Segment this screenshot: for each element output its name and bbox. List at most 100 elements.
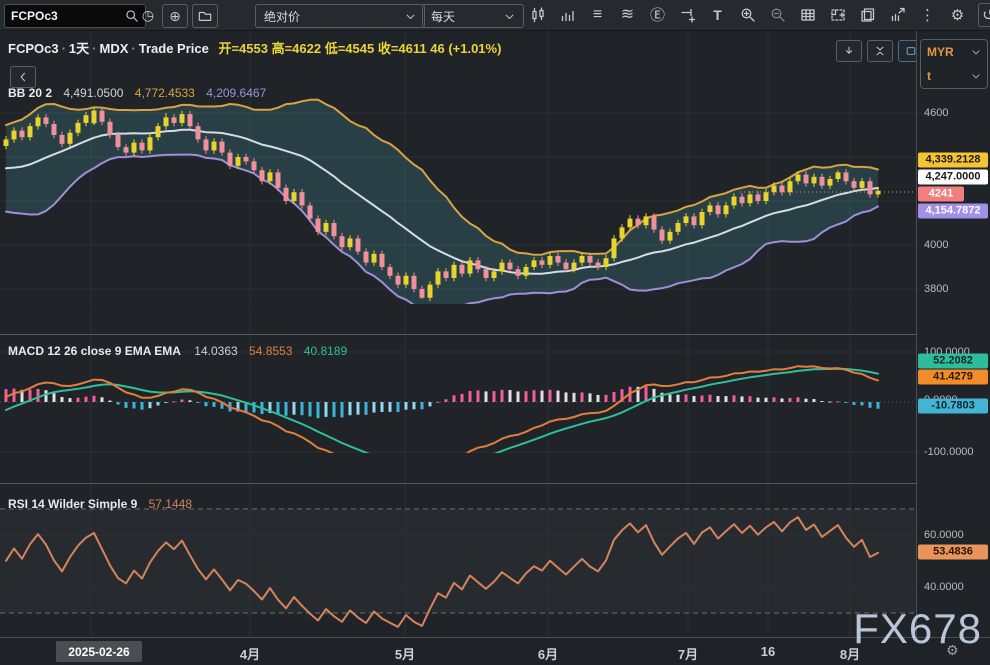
macd-histogram-bar [117, 402, 120, 405]
macd-label: MACD 12 26 close 9 EMA EMA [8, 344, 181, 358]
candle [796, 175, 801, 182]
chart-stage: FCPOc3·1天·MDX·Trade Price 开=4553 高=4622 … [0, 30, 990, 637]
currency-dropdown[interactable]: MYR [921, 40, 987, 64]
candle [388, 267, 393, 276]
layout-lines-icon[interactable]: ≡ [588, 5, 607, 25]
candle [572, 263, 577, 270]
candle [244, 157, 249, 161]
settings-gear-icon[interactable]: ⚙ [948, 5, 967, 25]
add-symbol-button[interactable]: ⊕ [162, 4, 188, 28]
currency-unit-box: MYR t [920, 39, 988, 89]
pane-separator[interactable] [0, 483, 990, 484]
candle [92, 111, 97, 124]
price-label: 4,154.7872 [918, 204, 988, 219]
scale-tick: 3800 [924, 283, 948, 295]
candle [636, 219, 641, 226]
collapse-icon [874, 45, 886, 57]
macd-histogram-bar [501, 390, 504, 402]
macd-histogram-bar [853, 402, 856, 405]
candlestick-style-icon[interactable] [528, 5, 547, 25]
candle [516, 269, 521, 276]
arrow-down-icon [843, 45, 855, 57]
symbol-search-input[interactable]: FCPOc3 [4, 4, 146, 28]
bb-upper-value: 4,772.4533 [135, 86, 195, 100]
price-mode-dropdown[interactable]: 绝对价 [255, 4, 425, 28]
candle [604, 258, 609, 267]
folder-button[interactable] [192, 4, 218, 28]
clock-icon[interactable]: ◷ [138, 4, 158, 26]
candle [396, 276, 401, 285]
compare-chart-icon[interactable] [558, 5, 577, 25]
macd-histogram-bar [613, 392, 616, 402]
axis-settings-gear-icon[interactable]: ⚙ [946, 642, 959, 659]
macd-histogram-bar [421, 402, 424, 409]
collapse-pane-button[interactable] [867, 40, 893, 62]
back-button[interactable] [10, 66, 36, 88]
macd-histogram-bar [373, 402, 376, 413]
candle [428, 285, 433, 298]
zoom-out-icon[interactable] [768, 5, 787, 25]
more-options-icon[interactable]: ⋮ [918, 5, 937, 25]
alert-icon[interactable] [678, 5, 697, 25]
macd-histogram-bar [477, 390, 480, 402]
bb-label: BB 20 2 [8, 86, 52, 100]
move-pane-down-button[interactable] [836, 40, 862, 62]
candle [412, 276, 417, 289]
main-price-pane[interactable] [0, 30, 916, 304]
price-label: -10.7803 [918, 399, 988, 414]
layout-add-icon[interactable] [828, 5, 847, 25]
interval-dropdown[interactable]: 每天 [422, 4, 524, 28]
text-tool-icon[interactable]: T [708, 5, 727, 25]
snapshot-icon[interactable] [858, 5, 877, 25]
undo-button[interactable]: ↺ [978, 3, 990, 27]
macd-histogram-bar [797, 397, 800, 402]
macd-legend[interactable]: MACD 12 26 close 9 EMA EMA 14.0363 54.85… [8, 344, 347, 358]
candle [780, 186, 785, 193]
candle [580, 256, 585, 263]
macd-histogram-bar [725, 396, 728, 402]
bb-legend[interactable]: BB 20 2 4,491.0500 4,772.4533 4,209.6467 [8, 86, 266, 100]
candle [308, 205, 313, 218]
candle [660, 230, 665, 241]
macd-histogram-bar [461, 394, 464, 402]
candle [348, 238, 353, 247]
candle [644, 216, 649, 225]
macd-pane[interactable] [0, 305, 916, 453]
symbol-info-bar[interactable]: FCPOc3·1天·MDX·Trade Price 开=4553 高=4622 … [8, 38, 501, 57]
macd-histogram-bar [597, 395, 600, 402]
candle [556, 256, 561, 263]
candle [788, 181, 793, 192]
candle [812, 177, 817, 184]
candle [196, 126, 201, 139]
time-tick: 5月 [395, 644, 415, 663]
price-mode-value: 绝对价 [264, 8, 300, 25]
chart-export-icon[interactable] [888, 5, 907, 25]
candle [436, 271, 441, 284]
macd-histogram-bar [405, 402, 408, 410]
candle [452, 265, 457, 278]
macd-histogram-bar [325, 402, 328, 417]
pane-separator[interactable] [0, 334, 990, 335]
table-grid-icon[interactable] [798, 5, 817, 25]
candle [268, 172, 273, 181]
candle [716, 205, 721, 214]
price-scale[interactable]: MYR t 460040003800100.00000.0000-100.000… [916, 30, 990, 637]
macd-histogram-bar [37, 389, 40, 402]
time-axis[interactable]: 2025-02-26 ⚙ 4月5月6月7月168月 [0, 637, 990, 665]
macd-histogram-bar [205, 402, 208, 406]
bollinger-band-fill [6, 100, 878, 304]
chevron-down-icon [405, 11, 416, 22]
scale-tick: 60.0000 [924, 529, 964, 541]
macd-histogram-bar [717, 396, 720, 402]
templates-icon[interactable]: Ⓔ [648, 5, 667, 25]
rsi-pane[interactable] [0, 454, 916, 637]
macd-histogram-bar [397, 402, 400, 412]
candle [628, 219, 633, 228]
indicators-icon[interactable]: ≋ [618, 5, 637, 25]
unit-dropdown[interactable]: t [921, 64, 987, 88]
rsi-legend[interactable]: RSI 14 Wilder Simple 9 57.1448 [8, 497, 192, 511]
candle [36, 117, 41, 126]
zoom-in-icon[interactable] [738, 5, 757, 25]
macd-histogram-bar [709, 395, 712, 402]
candle [748, 194, 753, 203]
